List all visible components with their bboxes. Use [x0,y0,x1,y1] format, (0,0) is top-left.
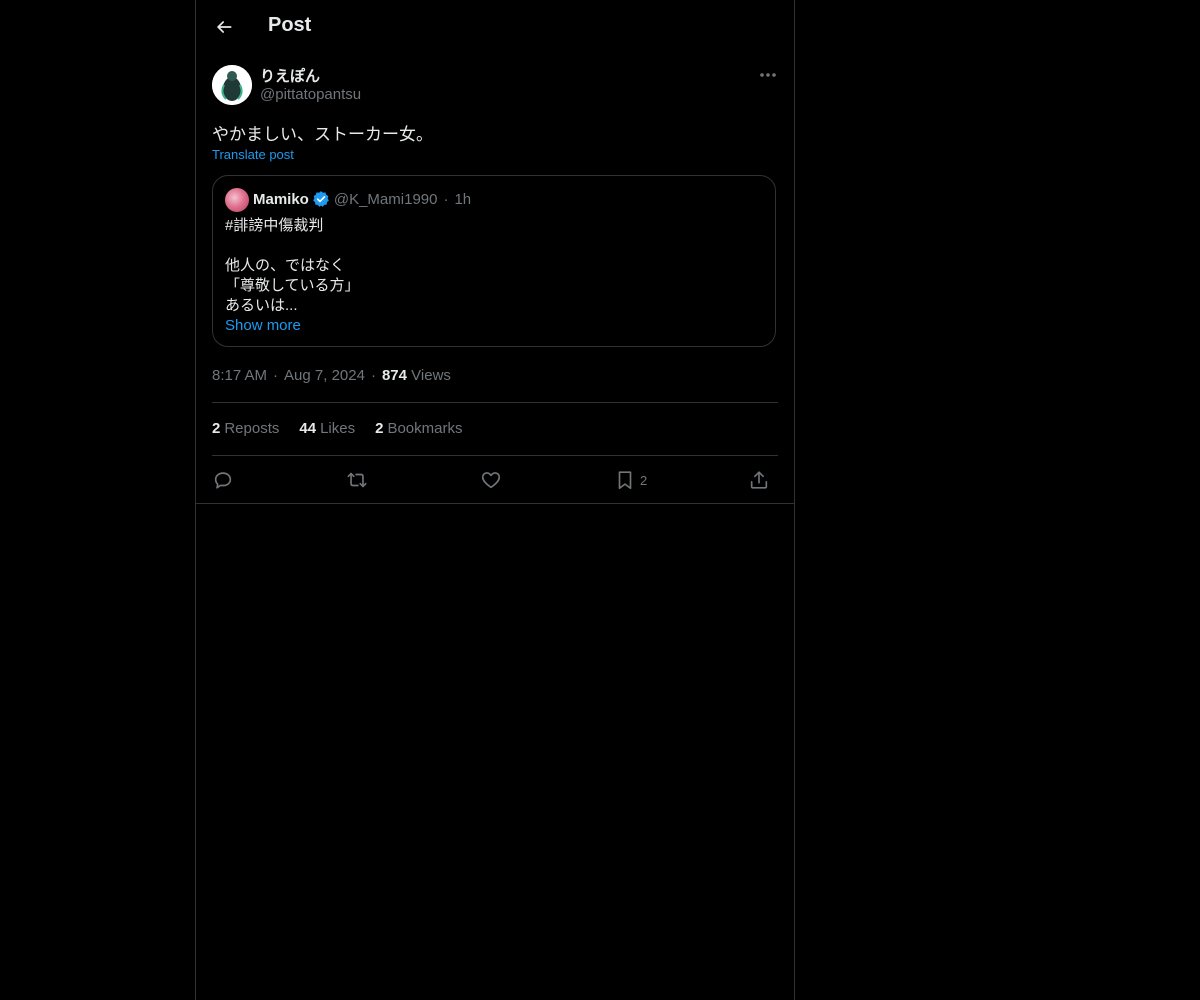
quote-author-name: Mamiko [253,190,309,208]
repost-icon [347,472,367,488]
bookmark-icon [618,471,632,490]
reply-button[interactable] [212,465,234,495]
quote-line [225,236,360,256]
arrow-left-icon [217,21,232,33]
quote-text: #誹謗中傷裁判 他人の、ではなく 「尊敬している方」 あるいは... [225,216,360,316]
translate-post-link[interactable]: Translate post [212,147,294,162]
reposts-label: Reposts [224,420,280,437]
repost-button[interactable] [346,465,368,495]
bookmark-count: 2 [640,472,648,488]
post-date[interactable]: Aug 7, 2024 [284,367,365,384]
quoted-post[interactable]: Mamiko @K_Mami1990 · 1h #誹謗中傷裁判 他人の、ではなく… [212,175,776,347]
views-count: 874 [381,367,407,384]
likes-stat[interactable]: 44 Likes [299,420,355,437]
quote-time: 1h [454,190,472,208]
back-button[interactable] [208,11,240,43]
bookmarks-count: 2 [375,420,384,437]
action-bar: 2 [212,465,778,495]
divider [212,402,778,403]
author-handle[interactable]: @pittatopantsu [260,86,361,103]
post-time[interactable]: 8:17 AM [212,367,267,384]
more-options-button[interactable] [754,63,782,87]
share-icon [750,471,768,489]
more-icon [760,73,776,77]
post-text: やかましい、ストーカー女。 [212,125,433,144]
separator-dot: · [370,367,376,384]
top-bar: Post [196,0,794,53]
separator-dot: · [273,367,279,384]
likes-label: Likes [320,420,356,437]
quote-line: あるいは... [225,297,298,314]
quote-line: #誹謗中傷裁判 [225,217,324,234]
bookmarks-label: Bookmarks [387,420,463,437]
share-button[interactable] [748,465,770,495]
like-button[interactable] [480,465,502,495]
verified-badge-icon [312,190,330,208]
likes-count: 44 [299,420,317,437]
main-column: Post りえぽん @pittatopantsu やかましい、ストーカー女。 T… [195,0,795,1000]
quote-header: Mamiko @K_Mami1990 · 1h [253,190,471,208]
quote-avatar [225,188,249,212]
reply-icon [214,472,232,489]
quote-line: 他人の、ではなく [225,257,346,274]
author-name[interactable]: りえぽん [260,65,320,86]
post: りえぽん @pittatopantsu やかましい、ストーカー女。 Transl… [196,53,794,504]
post-meta: 8:17 AM · Aug 7, 2024 · 874 Views [212,367,451,384]
quote-author-handle: @K_Mami1990 [333,190,438,208]
avatar[interactable] [212,65,252,105]
views-label: Views [411,367,451,384]
bookmarks-stat[interactable]: 2 Bookmarks [375,420,462,437]
quote-line: 「尊敬している方」 [225,277,360,294]
show-more-link[interactable]: Show more [225,317,301,334]
page-title: Post [268,14,312,36]
divider [212,455,778,456]
separator-dot: · [443,190,449,208]
reposts-stat[interactable]: 2 Reposts [212,420,279,437]
reposts-count: 2 [212,420,221,437]
bookmark-button[interactable]: 2 [614,465,647,495]
engagement-stats: 2 Reposts 44 Likes 2 Bookmarks [212,420,482,437]
heart-icon [481,472,501,489]
